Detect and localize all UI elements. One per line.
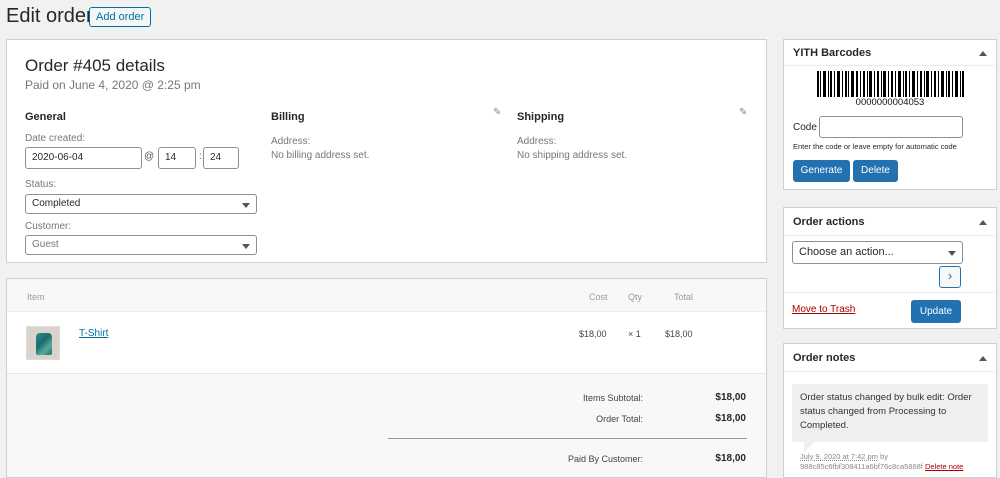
actions-divider <box>784 292 996 293</box>
column-total: Total <box>674 292 694 302</box>
column-qty: Qty <box>628 292 643 302</box>
date-created-label: Date created: <box>25 133 86 144</box>
items-subtotal-label: Items Subtotal: <box>582 393 643 403</box>
table-row: T-Shirt $18,00 × 1 $18,00 <box>7 312 766 374</box>
item-qty: × 1 <box>628 329 641 339</box>
status-label: Status: <box>25 179 57 190</box>
shipping-address-label: Address: <box>517 136 557 147</box>
collapse-arrow-icon[interactable] <box>979 51 987 56</box>
edit-billing-pencil-icon[interactable]: ✎ <box>493 107 501 118</box>
code-help-text: Enter the code or leave empty for automa… <box>793 142 957 151</box>
chevron-down-icon <box>242 203 250 208</box>
barcodes-title: YITH Barcodes <box>793 47 872 59</box>
item-total: $18,00 <box>665 329 693 339</box>
add-order-button[interactable]: Add order <box>89 7 152 27</box>
order-notes-header[interactable]: Order notes <box>784 344 996 372</box>
order-actions-title: Order actions <box>793 216 865 228</box>
time-separator: : <box>199 151 202 162</box>
barcodes-box: YITH Barcodes 0000000004053 Code Enter t… <box>783 39 997 190</box>
chevron-down-icon <box>948 251 956 256</box>
chevron-down-icon <box>242 244 250 249</box>
order-action-select-value: Choose an action... <box>799 246 894 258</box>
status-select-value: Completed <box>32 198 81 209</box>
order-heading: Order #405 details <box>25 56 165 75</box>
shipping-address-value: No shipping address set. <box>517 150 628 161</box>
items-table-header: Item Cost Qty Total <box>7 279 766 312</box>
customer-select[interactable]: Guest <box>25 235 257 255</box>
date-created-input[interactable]: 2020-06-04 <box>25 147 142 169</box>
column-item: Item <box>27 292 45 302</box>
order-total-value: $18,00 <box>715 413 746 424</box>
billing-address-label: Address: <box>271 136 311 147</box>
edit-shipping-pencil-icon[interactable]: ✎ <box>739 107 747 118</box>
move-to-trash-link[interactable]: Move to Trash <box>792 304 855 315</box>
customer-select-value: Guest <box>32 239 59 250</box>
barcodes-box-header[interactable]: YITH Barcodes <box>784 40 996 66</box>
note-author: 988c85c6fbf308411a6bf76c8ca5868f <box>800 462 923 471</box>
note-bubble-tail <box>804 442 814 452</box>
apply-action-button[interactable]: › <box>939 266 961 288</box>
note-content: Order status changed by bulk edit: Order… <box>792 384 988 442</box>
item-cost: $18,00 <box>579 329 607 339</box>
items-subtotal-value: $18,00 <box>715 392 746 403</box>
totals-divider <box>388 438 747 439</box>
hour-input[interactable]: 14 <box>158 147 196 169</box>
order-notes-title: Order notes <box>793 352 856 364</box>
collapse-arrow-icon[interactable] <box>979 220 987 225</box>
product-thumbnail <box>26 326 60 360</box>
minute-input[interactable]: 24 <box>203 147 239 169</box>
item-name-link[interactable]: T-Shirt <box>79 328 108 339</box>
barcode-number: 0000000004053 <box>855 97 925 108</box>
paid-on-text: Paid on June 4, 2020 @ 2:25 pm <box>25 78 201 92</box>
code-input[interactable] <box>819 116 963 138</box>
delete-note-link[interactable]: Delete note <box>925 462 963 471</box>
order-total-label: Order Total: <box>596 414 643 424</box>
page-title: Edit order <box>6 5 93 27</box>
paid-by-customer-value: $18,00 <box>715 453 746 464</box>
code-label: Code <box>793 122 817 133</box>
collapse-arrow-icon[interactable] <box>979 356 987 361</box>
customer-label: Customer: <box>25 221 72 232</box>
paid-by-customer-label: Paid By Customer: <box>567 454 643 464</box>
note-date: July 9, 2020 at 7:42 pm <box>800 452 878 461</box>
order-items-panel: Item Cost Qty Total T-Shirt $18,00 × 1 $… <box>6 278 767 478</box>
generate-button[interactable]: Generate <box>793 160 850 182</box>
note-by: by <box>880 452 888 461</box>
at-symbol: @ <box>144 151 155 162</box>
order-notes-box: Order notes Order status changed by bulk… <box>783 343 997 478</box>
billing-address-value: No billing address set. <box>271 150 370 161</box>
shipping-title: Shipping <box>517 111 565 123</box>
delete-barcode-button[interactable]: Delete <box>853 160 898 182</box>
order-action-select[interactable]: Choose an action... <box>792 241 963 264</box>
order-details-panel: Order #405 details Paid on June 4, 2020 … <box>6 39 767 263</box>
note-meta: July 9, 2020 at 7:42 pm by 988c85c6fbf30… <box>800 452 990 472</box>
barcode-image <box>817 71 964 97</box>
order-actions-box: Order actions Choose an action... › Move… <box>783 207 997 329</box>
update-button[interactable]: Update <box>911 300 961 323</box>
order-actions-header[interactable]: Order actions <box>784 208 996 236</box>
status-select[interactable]: Completed <box>25 194 257 214</box>
billing-title: Billing <box>271 111 305 123</box>
column-cost: Cost <box>589 292 608 302</box>
general-title: General <box>25 111 66 123</box>
